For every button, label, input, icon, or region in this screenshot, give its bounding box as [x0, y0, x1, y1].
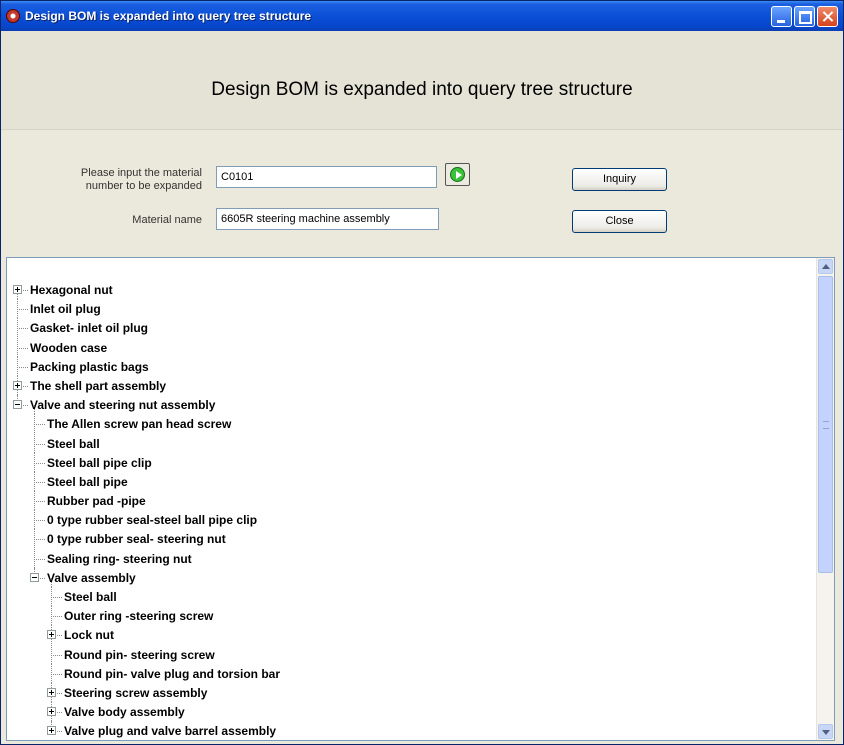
tree-node[interactable]: Steel ball pipe clip: [7, 452, 815, 472]
tree-node-label: Valve and steering nut assembly: [30, 398, 216, 413]
title-bar[interactable]: Design BOM is expanded into query tree s…: [1, 1, 843, 31]
tree-node[interactable]: 0 type rubber seal-steel ball pipe clip: [7, 510, 815, 530]
tree-line: [51, 673, 62, 675]
tree-node-label: Valve plug and valve barrel assembly: [64, 724, 277, 739]
tree-node-label: Sealing ring- steering nut: [47, 551, 192, 566]
collapse-minus-icon[interactable]: [30, 572, 39, 582]
expand-plus-icon[interactable]: [47, 726, 56, 736]
tree-node-label: Inlet oil plug: [30, 302, 101, 317]
tree-node[interactable]: Valve assembly: [7, 567, 815, 587]
material-number-label: Please input the material number to be e…: [80, 167, 202, 192]
tree-line: [34, 520, 45, 522]
page-title: Design BOM is expanded into query tree s…: [211, 79, 633, 100]
tree-node[interactable]: Wooden case: [7, 337, 815, 357]
tree-line: [51, 597, 62, 598]
tree-node[interactable]: Sealing ring- steering nut: [7, 548, 815, 568]
tree-node-label: Steering screw assembly: [64, 685, 208, 700]
tree-line: [34, 424, 45, 426]
scroll-down-icon[interactable]: [818, 724, 833, 739]
tree-node[interactable]: Outer ring -steering screw: [7, 606, 815, 626]
expand-plus-icon[interactable]: [47, 687, 56, 697]
tree-node-label: Rubber pad -pipe: [47, 494, 146, 509]
tree-nodes: Hexagonal nut Inlet oil plug Gasket- inlet…: [7, 280, 815, 740]
expand-plus-icon[interactable]: [13, 285, 22, 294]
tree-node-label: Lock nut: [64, 628, 114, 643]
tree-node-label: 0 type rubber seal-steel ball pipe clip: [47, 513, 258, 528]
tree-node-label: Steel ball pipe clip: [47, 455, 152, 470]
maximize-button[interactable]: [794, 6, 815, 27]
tree-line: [34, 443, 45, 445]
tree-node-label: Round pin- valve plug and torsion bar: [64, 666, 281, 681]
window-title: Design BOM is expanded into query tree s…: [25, 9, 312, 23]
tree-node[interactable]: Steel ball pipe: [7, 471, 815, 491]
tree-node[interactable]: Rubber pad -pipe: [7, 491, 815, 511]
tree-node-label: Steel ball: [47, 436, 100, 451]
tree-node[interactable]: Steel ball: [7, 433, 815, 453]
tree-node-label: Wooden case: [30, 340, 108, 355]
scroll-thumb[interactable]: [818, 276, 833, 573]
tree-line: [34, 462, 45, 464]
expand-plus-icon[interactable]: [47, 707, 56, 717]
tree-line: [51, 616, 62, 618]
tree-node-label: Steel ball pipe: [47, 474, 128, 489]
app-icon[interactable]: [6, 9, 20, 23]
bom-tree-view[interactable]: Hexagonal nut Inlet oil plug Gasket- inlet…: [6, 257, 835, 741]
minimize-button[interactable]: [771, 6, 792, 27]
tree-node-label: Packing plastic bags: [30, 359, 149, 374]
tree-line: [17, 347, 28, 349]
tree-line: [51, 654, 62, 656]
tree-node-label: Steel ball: [64, 590, 117, 604]
inquiry-button[interactable]: Inquiry: [572, 168, 667, 191]
tree-node[interactable]: The shell part assembly: [7, 375, 815, 395]
collapse-minus-icon[interactable]: [13, 400, 22, 410]
tree-line: [17, 366, 28, 368]
material-name-field[interactable]: [216, 208, 439, 230]
tree-line: [34, 481, 45, 483]
tree-node-label: Valve assembly: [47, 570, 136, 585]
tree-node-label: Round pin- steering screw: [64, 647, 215, 662]
tree-node[interactable]: The Allen screw pan head screw: [7, 414, 815, 434]
go-arrow-icon: [450, 167, 465, 182]
material-name-label: Material name: [132, 214, 202, 226]
tree-node[interactable]: 0 type rubber seal- steering nut: [7, 529, 815, 549]
tree-node-label: Gasket- inlet oil plug: [30, 321, 149, 336]
vertical-scrollbar[interactable]: [816, 258, 834, 740]
tree-node[interactable]: Valve body assembly: [7, 702, 815, 722]
scroll-up-icon[interactable]: [818, 259, 833, 274]
tree-node[interactable]: Steering screw assembly: [7, 682, 815, 702]
material-number-input[interactable]: [216, 166, 437, 188]
expand-plus-icon[interactable]: [13, 380, 22, 390]
tree-node[interactable]: Valve and steering nut assembly: [7, 395, 815, 415]
tree-node-label: Hexagonal nut: [30, 283, 113, 297]
tree-line: [17, 328, 28, 330]
tree-line: [17, 309, 28, 311]
expand-plus-icon[interactable]: [47, 630, 56, 640]
tree-node[interactable]: Packing plastic bags: [7, 356, 815, 376]
expand-button[interactable]: [445, 163, 470, 186]
tree-node[interactable]: Gasket- inlet oil plug: [7, 318, 815, 338]
tree-node-label: 0 type rubber seal- steering nut: [47, 532, 226, 547]
tree-node[interactable]: Round pin- steering screw: [7, 644, 815, 664]
tree-line: [34, 501, 45, 503]
tree-node-label: The Allen screw pan head screw: [47, 417, 232, 432]
tree-node[interactable]: Inlet oil plug: [7, 299, 815, 319]
tree-node[interactable]: Steel ball: [7, 587, 815, 606]
main-window: Design BOM is expanded into query tree s…: [0, 0, 844, 745]
tree-node[interactable]: Lock nut: [7, 625, 815, 645]
tree-node-label: The shell part assembly: [30, 378, 167, 393]
tree-node[interactable]: Hexagonal nut: [7, 280, 815, 299]
close-button[interactable]: Close: [572, 210, 667, 233]
tree-node-label: Valve body assembly: [64, 705, 185, 720]
tree-node[interactable]: Valve plug and valve barrel assembly: [7, 721, 815, 740]
close-window-button[interactable]: [817, 6, 838, 27]
tree-line: [34, 539, 45, 541]
tree-node[interactable]: Round pin- valve plug and torsion bar: [7, 663, 815, 683]
tree-node-label: Outer ring -steering screw: [64, 609, 214, 624]
tree-line: [34, 558, 45, 560]
header-panel: Design BOM is expanded into query tree s…: [1, 31, 843, 130]
